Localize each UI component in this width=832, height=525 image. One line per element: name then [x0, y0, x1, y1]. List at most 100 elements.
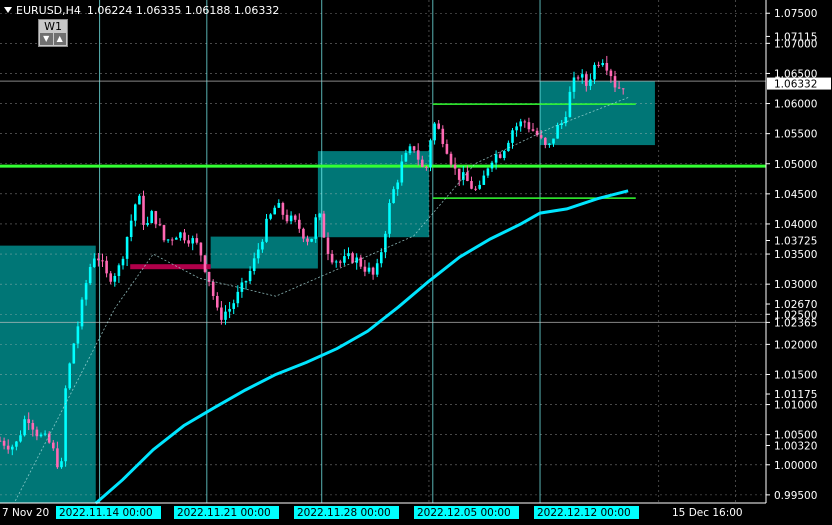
candle-body — [179, 232, 182, 238]
candle-body — [302, 228, 305, 239]
candle-body — [343, 256, 346, 263]
candle-body — [322, 213, 326, 238]
candle-body — [2, 440, 6, 446]
candle-body — [490, 162, 494, 169]
candle-body — [556, 125, 559, 139]
candle-body — [605, 62, 609, 71]
candle-body — [347, 253, 350, 257]
candle-body — [601, 62, 604, 66]
candle-body — [224, 311, 227, 320]
candle-up — [80, 297, 84, 330]
price-chart[interactable]: 1.075001.070001.065001.060001.055001.050… — [0, 0, 832, 525]
candle-body — [367, 267, 371, 272]
candle-body — [527, 122, 531, 130]
candle-body — [511, 130, 514, 143]
candle-body — [580, 74, 584, 78]
chart-background — [0, 0, 832, 525]
price-tick-label: 1.07500 — [774, 8, 817, 20]
candle-body — [47, 433, 51, 443]
candle-body — [11, 446, 14, 450]
candle-body — [285, 214, 289, 222]
week-date-label: 2022.11.28 00:00 — [297, 507, 391, 519]
candle-body — [43, 433, 47, 435]
candle-body — [175, 237, 178, 240]
candle-body — [293, 215, 297, 220]
candle-body — [109, 273, 112, 282]
candle-body — [56, 448, 59, 468]
red-level — [130, 264, 211, 270]
price-level-label: 1.02365 — [774, 317, 817, 329]
candle-down — [351, 251, 354, 264]
candle-body — [572, 77, 576, 92]
candle-up — [72, 342, 76, 364]
candle-body — [380, 252, 383, 264]
week-date-label: 2022.11.14 00:00 — [59, 507, 153, 519]
candle-body — [613, 76, 617, 88]
candle-body — [52, 442, 55, 449]
candle-body — [220, 307, 223, 320]
candle-body — [72, 343, 76, 364]
candle-body — [593, 64, 596, 80]
price-tick-label: 1.02000 — [774, 339, 817, 351]
candle-body — [80, 299, 84, 327]
candle-body — [408, 146, 412, 154]
candle-body — [125, 236, 129, 259]
timeframe-widget[interactable]: W1 ▼ ▲ — [38, 19, 68, 47]
chart-header: EURUSD,H4 1.06224 1.06335 1.06188 1.06332 — [4, 4, 279, 17]
price-tick-label: 1.01000 — [774, 400, 817, 412]
candle-body — [166, 239, 170, 241]
candle-body — [64, 388, 67, 462]
candle-body — [228, 308, 231, 312]
candle-body — [298, 219, 301, 229]
candle-body — [187, 240, 190, 244]
candle-body — [93, 258, 96, 267]
candle-body — [269, 214, 272, 219]
candle-body — [494, 154, 498, 163]
price-level-label: 1.02670 — [774, 299, 817, 311]
candle-body — [470, 181, 473, 189]
candle-body — [314, 217, 317, 239]
candle-body — [597, 64, 600, 66]
candle-body — [248, 270, 252, 282]
price-tick-label: 1.03500 — [774, 249, 817, 261]
candle-up — [388, 199, 391, 238]
price-level-label: 1.01175 — [774, 389, 817, 401]
candle-body — [23, 419, 26, 436]
candle-body — [113, 275, 117, 282]
candle-body — [117, 265, 121, 276]
price-tick-label: 1.01500 — [774, 369, 817, 381]
candle-body — [388, 203, 391, 234]
candle-body — [142, 195, 145, 225]
candle-body — [76, 326, 80, 344]
timeframe-down-icon[interactable]: ▼ — [40, 33, 53, 45]
candle-body — [449, 153, 453, 165]
candle-body — [609, 70, 613, 77]
candle-body — [330, 253, 334, 263]
candle-body — [457, 168, 461, 180]
candle-up — [150, 209, 153, 224]
candle-up — [68, 362, 71, 390]
symbol-label: EURUSD,H4 — [16, 4, 81, 17]
candle-body — [211, 281, 215, 296]
price-tick-label: 1.06000 — [774, 99, 817, 111]
price-level-label: 1.00320 — [774, 441, 817, 453]
candle-body — [433, 123, 436, 141]
candle-down — [203, 254, 207, 274]
candle-body — [375, 263, 379, 275]
candle-body — [252, 258, 256, 271]
candle-body — [15, 441, 18, 447]
candle-body — [412, 146, 416, 151]
candle-body — [261, 241, 264, 250]
timeframe-up-icon[interactable]: ▲ — [53, 33, 66, 45]
candle-body — [232, 303, 235, 309]
candle-body — [203, 255, 207, 272]
candle-body — [441, 128, 445, 144]
candle-body — [576, 77, 580, 79]
candle-body — [548, 143, 551, 145]
candle-up — [64, 385, 67, 467]
candle-up — [310, 238, 313, 243]
candle-body — [35, 429, 39, 437]
chart-menu-icon[interactable] — [4, 7, 12, 13]
candle-body — [552, 138, 555, 144]
candle-body — [310, 238, 313, 242]
